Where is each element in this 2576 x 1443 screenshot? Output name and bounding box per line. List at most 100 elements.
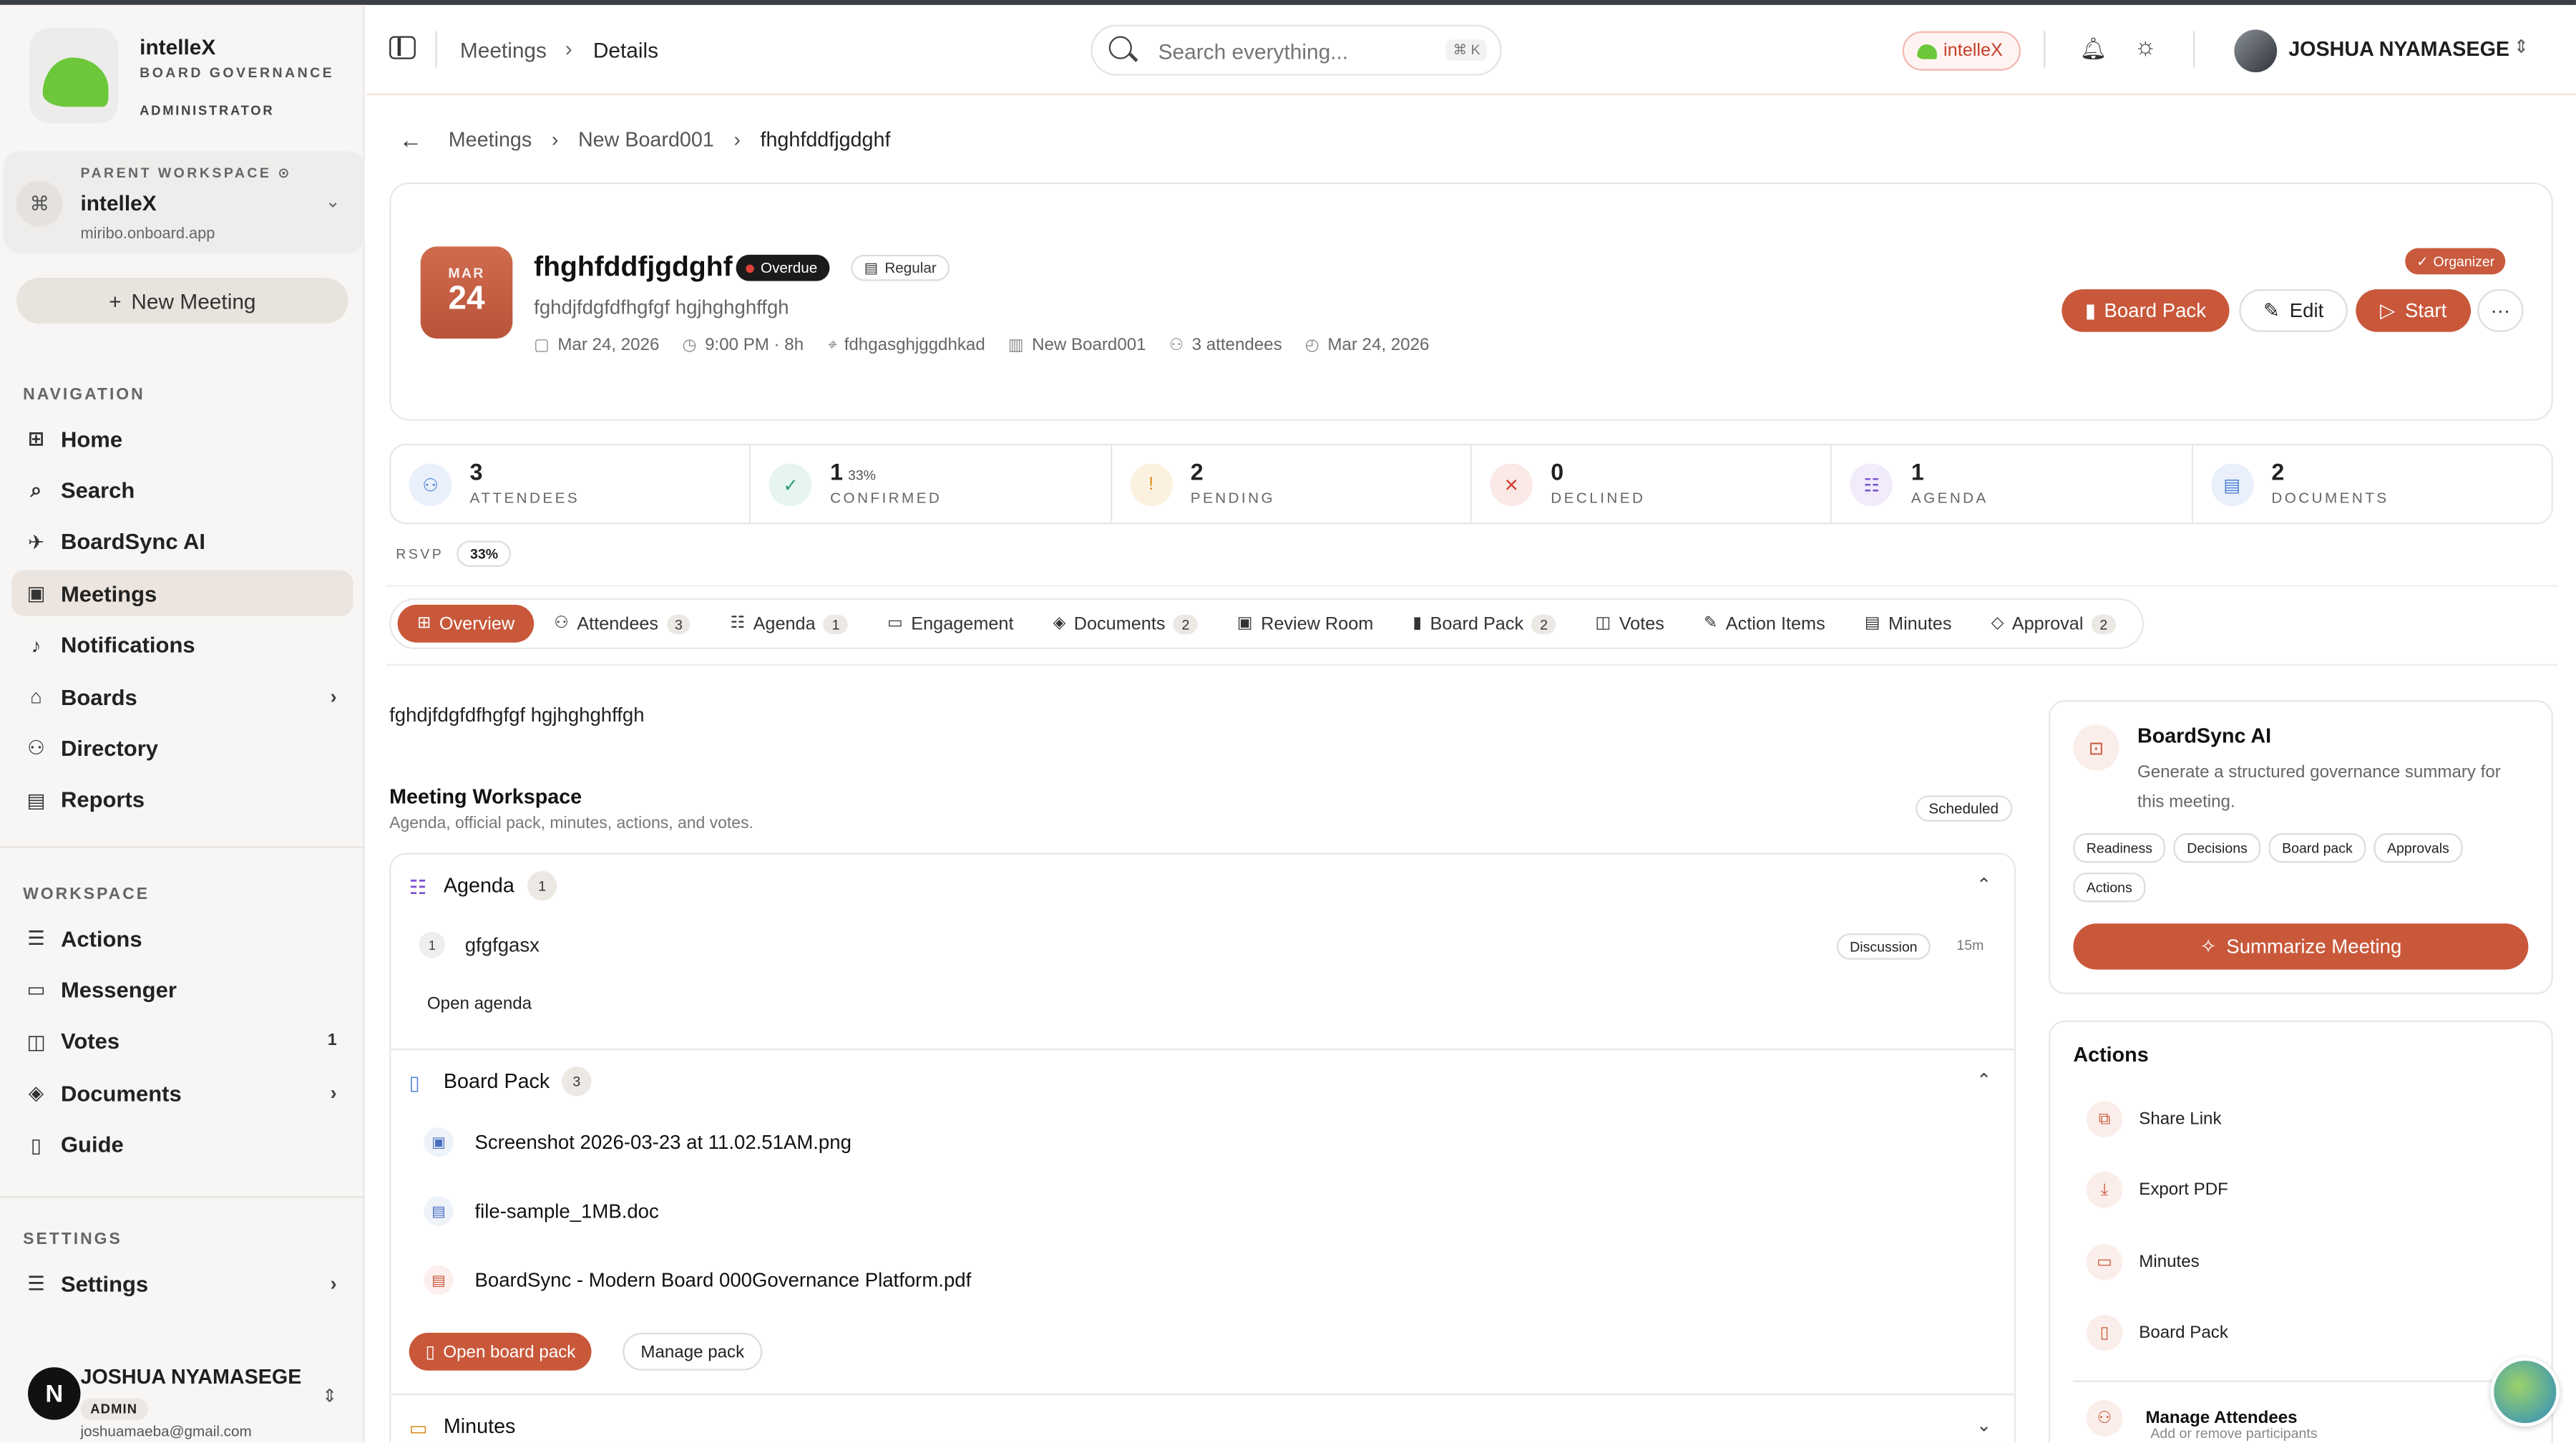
action-label: Board Pack — [2139, 1323, 2228, 1343]
tab-minutes[interactable]: ▤ Minutes — [1845, 605, 1971, 643]
meta-deadline: ◴ Mar 24, 2026 — [1305, 335, 1430, 355]
brand[interactable]: intelleX BOARD GOVERNANCE ADMINISTRATOR — [29, 28, 358, 130]
open-agenda-link[interactable]: Open agenda — [427, 994, 532, 1014]
sidebar-divider — [0, 1196, 365, 1198]
sidebar-item-home[interactable]: ⊞ Home — [11, 416, 353, 462]
sidebar-item-boards[interactable]: ⌂ Boards › — [11, 674, 353, 719]
image-file-icon: ▣ — [424, 1127, 454, 1157]
sidebar-item-notifications[interactable]: ♪ Notifications — [11, 622, 353, 668]
search-input[interactable] — [1158, 36, 1438, 66]
sidebar-item-search[interactable]: ⌕ Search — [11, 467, 353, 513]
tab-engagement[interactable]: ▭ Engagement — [868, 605, 1034, 643]
workspace-name: intelleX — [80, 190, 157, 215]
back-arrow-icon[interactable]: ← — [399, 127, 422, 153]
more-options-button[interactable]: ··· — [2477, 289, 2524, 332]
sidebar-item-settings[interactable]: ☰ Settings › — [11, 1260, 353, 1306]
breadcrumb-board[interactable]: New Board001 — [578, 128, 714, 151]
tab-review-room[interactable]: ▣ Review Room — [1217, 605, 1392, 643]
chevron-up-icon[interactable]: ⌃ — [1976, 874, 1991, 896]
stat-number: 1 — [1911, 458, 1924, 485]
status-dot — [746, 263, 754, 272]
start-button[interactable]: ▷ Start — [2356, 289, 2472, 332]
sidebar-item-reports[interactable]: ▤ Reports — [11, 777, 353, 822]
header-breadcrumb-details: Details — [592, 37, 659, 63]
bell-icon[interactable]: 🔔︎ — [2080, 37, 2107, 63]
global-search[interactable]: ⌘ K — [1091, 24, 1502, 76]
tab-documents[interactable]: ◈ Documents 2 — [1033, 605, 1217, 643]
meeting-tabs: ⊞ Overview ⚇ Attendees 3 ☷ Agenda 1 ▭ Engagement ◈… — [389, 598, 2144, 649]
sidebar-toggle-icon[interactable] — [389, 36, 416, 59]
sidebar-item-label: Directory — [60, 736, 159, 761]
header-avatar[interactable] — [2234, 29, 2278, 73]
export-pdf-action[interactable]: ⤓ Export PDF — [2086, 1170, 2228, 1210]
sidebar-item-label: Home — [60, 426, 123, 452]
tab-board-pack[interactable]: ▮ Board Pack 2 — [1393, 605, 1576, 643]
sidebar-item-documents[interactable]: ◈ Documents › — [11, 1070, 353, 1116]
sidebar-item-actions[interactable]: ☰ Actions — [11, 915, 353, 961]
minutes-action[interactable]: ▭ Minutes — [2086, 1243, 2200, 1282]
stat-label: CONFIRMED — [830, 490, 942, 507]
user-menu[interactable]: N JOSHUA NYAMASEGE ADMIN joshuamaeba@gma… — [0, 1333, 365, 1443]
list-item[interactable]: ▣ Screenshot 2026-03-23 at 11.02.51AM.pn… — [424, 1124, 1902, 1167]
sidebar-item-guide[interactable]: ▯ Guide — [11, 1122, 353, 1167]
list-item[interactable]: 1 gfgfgasx Discussion 15m — [414, 927, 1991, 963]
edit-button[interactable]: ✎ Edit — [2239, 289, 2348, 332]
sidebar-item-votes[interactable]: ◫ Votes 1 — [11, 1019, 353, 1064]
ai-chip[interactable]: Actions — [2073, 873, 2146, 903]
tab-icon: ⊞ — [417, 614, 431, 633]
doc-file-icon: ▤ — [424, 1196, 454, 1226]
tab-icon: ◇ — [1991, 614, 2004, 633]
new-meeting-button[interactable]: + New Meeting — [16, 278, 348, 324]
sidebar-item-meetings[interactable]: ▣ Meetings — [11, 570, 353, 617]
tab-attendees[interactable]: ⚇ Attendees 3 — [535, 605, 711, 643]
breadcrumb-meetings[interactable]: Meetings — [449, 128, 532, 151]
board-pack-section-header[interactable]: ▯ Board Pack 3 ⌃ — [391, 1050, 2014, 1116]
tab-approval[interactable]: ◇ Approval 2 — [1971, 605, 2135, 643]
workspace-switcher[interactable]: ⌘ PARENT WORKSPACE ⊙ intelleX miribo.onb… — [3, 151, 365, 253]
header-user-name[interactable]: JOSHUA NYAMASEGE — [2288, 38, 2509, 61]
chevron-updown-icon[interactable]: ⇕ — [2514, 37, 2529, 58]
minutes-section-header[interactable]: ▭ Minutes ⌄ — [391, 1395, 2014, 1443]
tab-agenda[interactable]: ☷ Agenda 1 — [711, 605, 868, 643]
tab-label: Approval — [2011, 613, 2084, 634]
sun-icon[interactable]: ☼ — [2134, 33, 2157, 61]
share-link-action[interactable]: ⧉ Share Link — [2086, 1099, 2222, 1139]
rsvp-label: RSVP — [396, 545, 444, 563]
ai-chip[interactable]: Approvals — [2373, 833, 2463, 863]
sidebar-item-boardsync-ai[interactable]: ✈ BoardSync AI — [11, 519, 353, 565]
list-item[interactable]: ▤ file-sample_1MB.doc — [424, 1193, 1902, 1236]
chevron-up-icon[interactable]: ⌃ — [1976, 1070, 1991, 1092]
agenda-section-header[interactable]: ☷ Agenda 1 ⌃ — [391, 855, 2014, 920]
list-item[interactable]: ▤ BoardSync - Modern Board 000Governance… — [424, 1262, 1902, 1305]
assistant-launcher-icon[interactable] — [2490, 1357, 2560, 1427]
manage-pack-button[interactable]: Manage pack — [623, 1332, 763, 1371]
start-label: Start — [2405, 298, 2447, 322]
summarize-meeting-button[interactable]: ✧ Summarize Meeting — [2073, 923, 2529, 970]
top-header: Meetings › Details ⌘ K intelleX 🔔︎ ☼ JOS… — [366, 5, 2576, 96]
open-board-pack-button[interactable]: ▯ Open board pack — [409, 1332, 592, 1371]
org-chip[interactable]: intelleX — [1902, 31, 2021, 71]
chevron-down-icon[interactable]: ⌄ — [1976, 1415, 1991, 1437]
search-icon — [1108, 36, 1132, 59]
ai-chip[interactable]: Readiness — [2073, 833, 2166, 863]
section-title: Meeting Workspace — [389, 785, 582, 809]
ai-chip[interactable]: Decisions — [2173, 833, 2261, 863]
tab-action-items[interactable]: ✎ Action Items — [1684, 605, 1845, 643]
tab-votes[interactable]: ◫ Votes — [1576, 605, 1684, 643]
sidebar-item-directory[interactable]: ⚇ Directory — [11, 725, 353, 771]
tab-overview[interactable]: ⊞ Overview — [397, 604, 535, 643]
brand-subtitle: BOARD GOVERNANCE — [140, 64, 335, 81]
tab-icon: ☷ — [730, 614, 746, 633]
tab-count: 2 — [1173, 613, 1198, 634]
book-open-icon: ▯ — [425, 1341, 435, 1362]
board-pack-action[interactable]: ▯ Board Pack — [2086, 1313, 2228, 1352]
ai-chip[interactable]: Board pack — [2268, 833, 2366, 863]
meta-location-value: fdhgasghjggdhkad — [844, 335, 985, 355]
board-pack-button[interactable]: ▮ Board Pack — [2062, 289, 2230, 332]
stat-label: PENDING — [1190, 490, 1276, 507]
sidebar-item-messenger[interactable]: ▭ Messenger — [11, 967, 353, 1013]
stat-label: AGENDA — [1911, 490, 1989, 507]
ai-card-title: BoardSync AI — [2137, 724, 2272, 748]
meeting-description: fghdjfdgfdfhgfgf hgjhghghffgh — [389, 703, 645, 727]
header-breadcrumb-meetings[interactable]: Meetings — [460, 38, 547, 62]
